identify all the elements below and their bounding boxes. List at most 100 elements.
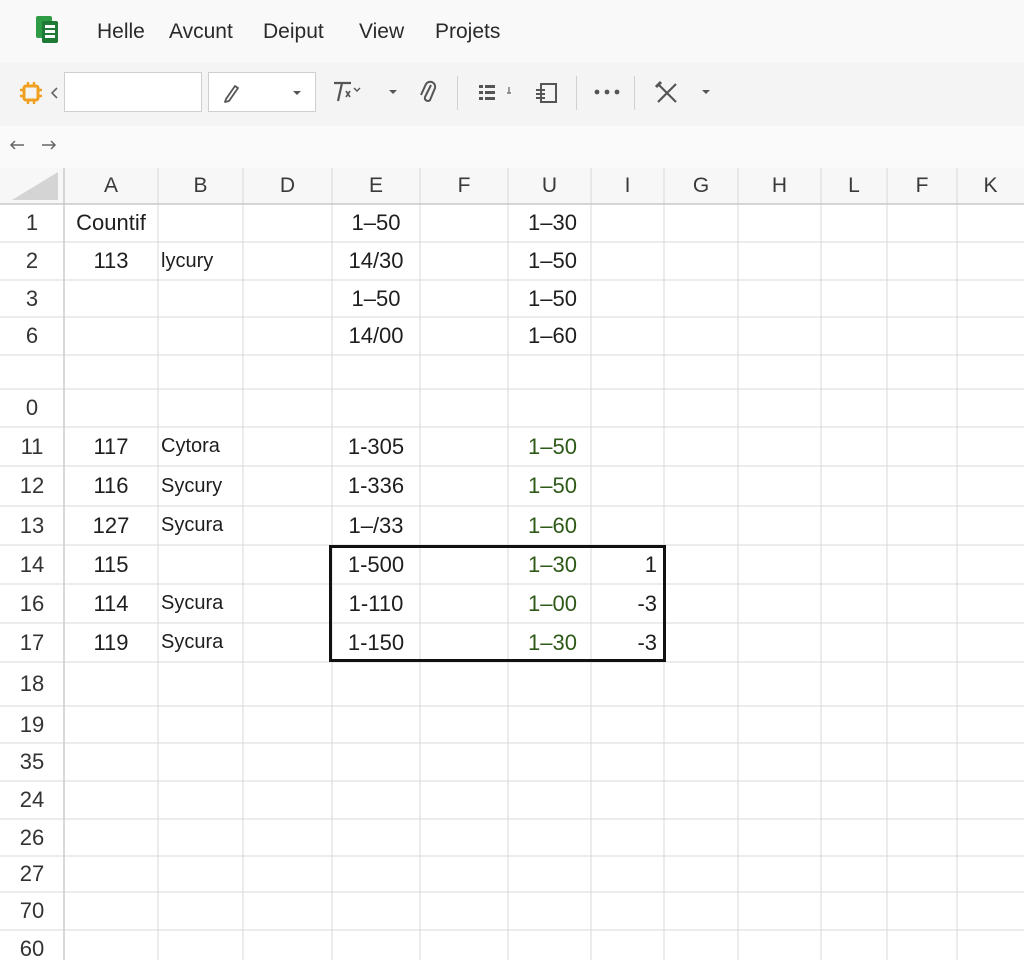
column-header[interactable]: K: [957, 168, 1024, 204]
cell-u[interactable]: 1–50: [508, 280, 597, 317]
cell-u[interactable]: 1–30: [508, 545, 597, 584]
cell-a[interactable]: 119: [64, 623, 158, 662]
cell-b[interactable]: [161, 389, 241, 427]
cell-u[interactable]: 1–50: [508, 242, 597, 280]
cell-b[interactable]: Sycura: [161, 623, 241, 662]
cell-i[interactable]: [591, 242, 657, 280]
cell-b[interactable]: Sycura: [161, 506, 241, 545]
cell-a[interactable]: Countif: [64, 204, 158, 242]
cell-i[interactable]: [591, 389, 657, 427]
row-header[interactable]: [0, 355, 64, 389]
cell-e[interactable]: 1-305: [332, 427, 420, 466]
row-header[interactable]: 18: [0, 662, 64, 706]
cell-u[interactable]: 1–60: [508, 506, 597, 545]
cell-b[interactable]: [161, 545, 241, 584]
column-header[interactable]: F: [420, 168, 508, 204]
more-icon[interactable]: [590, 82, 624, 102]
menu-item-deiput[interactable]: Deiput: [263, 20, 324, 44]
column-header[interactable]: B: [158, 168, 243, 204]
copy-icon[interactable]: [532, 78, 562, 108]
cell-a[interactable]: [64, 355, 158, 389]
column-header[interactable]: A: [64, 168, 158, 204]
column-header[interactable]: H: [738, 168, 821, 204]
cell-u[interactable]: [508, 389, 597, 427]
menu-item-projets[interactable]: Projets: [435, 20, 500, 44]
cell-e[interactable]: 1-500: [332, 545, 420, 584]
column-header[interactable]: I: [591, 168, 664, 204]
cell-b[interactable]: Sycura: [161, 584, 241, 623]
row-header[interactable]: 14: [0, 545, 64, 584]
cell-i[interactable]: [591, 355, 657, 389]
cell-e[interactable]: 1–50: [332, 280, 420, 317]
cell-u[interactable]: 1–30: [508, 623, 597, 662]
cell-e[interactable]: [332, 355, 420, 389]
column-header[interactable]: G: [664, 168, 738, 204]
cell-i[interactable]: [591, 466, 657, 506]
cell-e[interactable]: 14/30: [332, 242, 420, 280]
cell-a[interactable]: [64, 317, 158, 355]
cell-i[interactable]: [591, 204, 657, 242]
row-header[interactable]: 24: [0, 781, 64, 819]
row-header[interactable]: 12: [0, 466, 64, 506]
cell-i[interactable]: 1: [591, 545, 657, 584]
menu-item-helle[interactable]: Helle: [97, 20, 145, 44]
row-header[interactable]: 17: [0, 623, 64, 662]
column-header[interactable]: U: [508, 168, 591, 204]
cell-u[interactable]: 1–50: [508, 466, 597, 506]
cell-a[interactable]: [64, 389, 158, 427]
row-header[interactable]: 2: [0, 242, 64, 280]
row-header[interactable]: 1: [0, 204, 64, 242]
column-header[interactable]: D: [243, 168, 332, 204]
cell-b[interactable]: lycury: [161, 242, 241, 280]
row-header[interactable]: 19: [0, 706, 64, 743]
row-header[interactable]: 6: [0, 317, 64, 355]
chevron-left-icon[interactable]: [47, 82, 61, 104]
cell-b[interactable]: [161, 317, 241, 355]
cell-b[interactable]: [161, 204, 241, 242]
cell-e[interactable]: 1-336: [332, 466, 420, 506]
cell-e[interactable]: 1-110: [332, 584, 420, 623]
cell-u[interactable]: 1–50: [508, 427, 597, 466]
chip-icon[interactable]: [16, 78, 46, 108]
column-header[interactable]: E: [332, 168, 420, 204]
cell-e[interactable]: 1–50: [332, 204, 420, 242]
row-header[interactable]: 0: [0, 389, 64, 427]
list-icon[interactable]: [474, 80, 518, 106]
cell-i[interactable]: [591, 317, 657, 355]
arrow-right-icon[interactable]: [38, 134, 60, 156]
menu-item-view[interactable]: View: [359, 20, 404, 44]
row-header[interactable]: 35: [0, 743, 64, 781]
cell-i[interactable]: -3: [591, 584, 657, 623]
cell-b[interactable]: Sycury: [161, 466, 241, 506]
cell-u[interactable]: [508, 355, 597, 389]
cell-e[interactable]: [332, 389, 420, 427]
menu-item-avcunt[interactable]: Avcunt: [169, 20, 233, 44]
cell-e[interactable]: 1-150: [332, 623, 420, 662]
cell-e[interactable]: 1–/33: [332, 506, 420, 545]
cell-a[interactable]: 117: [64, 427, 158, 466]
row-header[interactable]: 16: [0, 584, 64, 623]
cell-a[interactable]: 113: [64, 242, 158, 280]
cell-a[interactable]: 114: [64, 584, 158, 623]
chevron-down-icon[interactable]: [385, 84, 401, 100]
cell-b[interactable]: [161, 280, 241, 317]
row-header[interactable]: 60: [0, 930, 64, 960]
cell-a[interactable]: [64, 280, 158, 317]
row-header[interactable]: 27: [0, 856, 64, 892]
name-box-input[interactable]: [64, 72, 202, 112]
cell-u[interactable]: 1–60: [508, 317, 597, 355]
row-header[interactable]: 13: [0, 506, 64, 545]
cell-b[interactable]: [161, 355, 241, 389]
row-header[interactable]: 70: [0, 892, 64, 930]
row-header[interactable]: 26: [0, 819, 64, 856]
cell-i[interactable]: [591, 427, 657, 466]
cell-b[interactable]: Cytora: [161, 427, 241, 466]
cell-u[interactable]: 1–30: [508, 204, 597, 242]
column-header[interactable]: F: [887, 168, 957, 204]
cell-i[interactable]: -3: [591, 623, 657, 662]
cell-e[interactable]: 14/00: [332, 317, 420, 355]
cell-i[interactable]: [591, 280, 657, 317]
row-header[interactable]: 3: [0, 280, 64, 317]
tools-icon[interactable]: [652, 78, 682, 108]
arrow-left-icon[interactable]: [6, 134, 28, 156]
